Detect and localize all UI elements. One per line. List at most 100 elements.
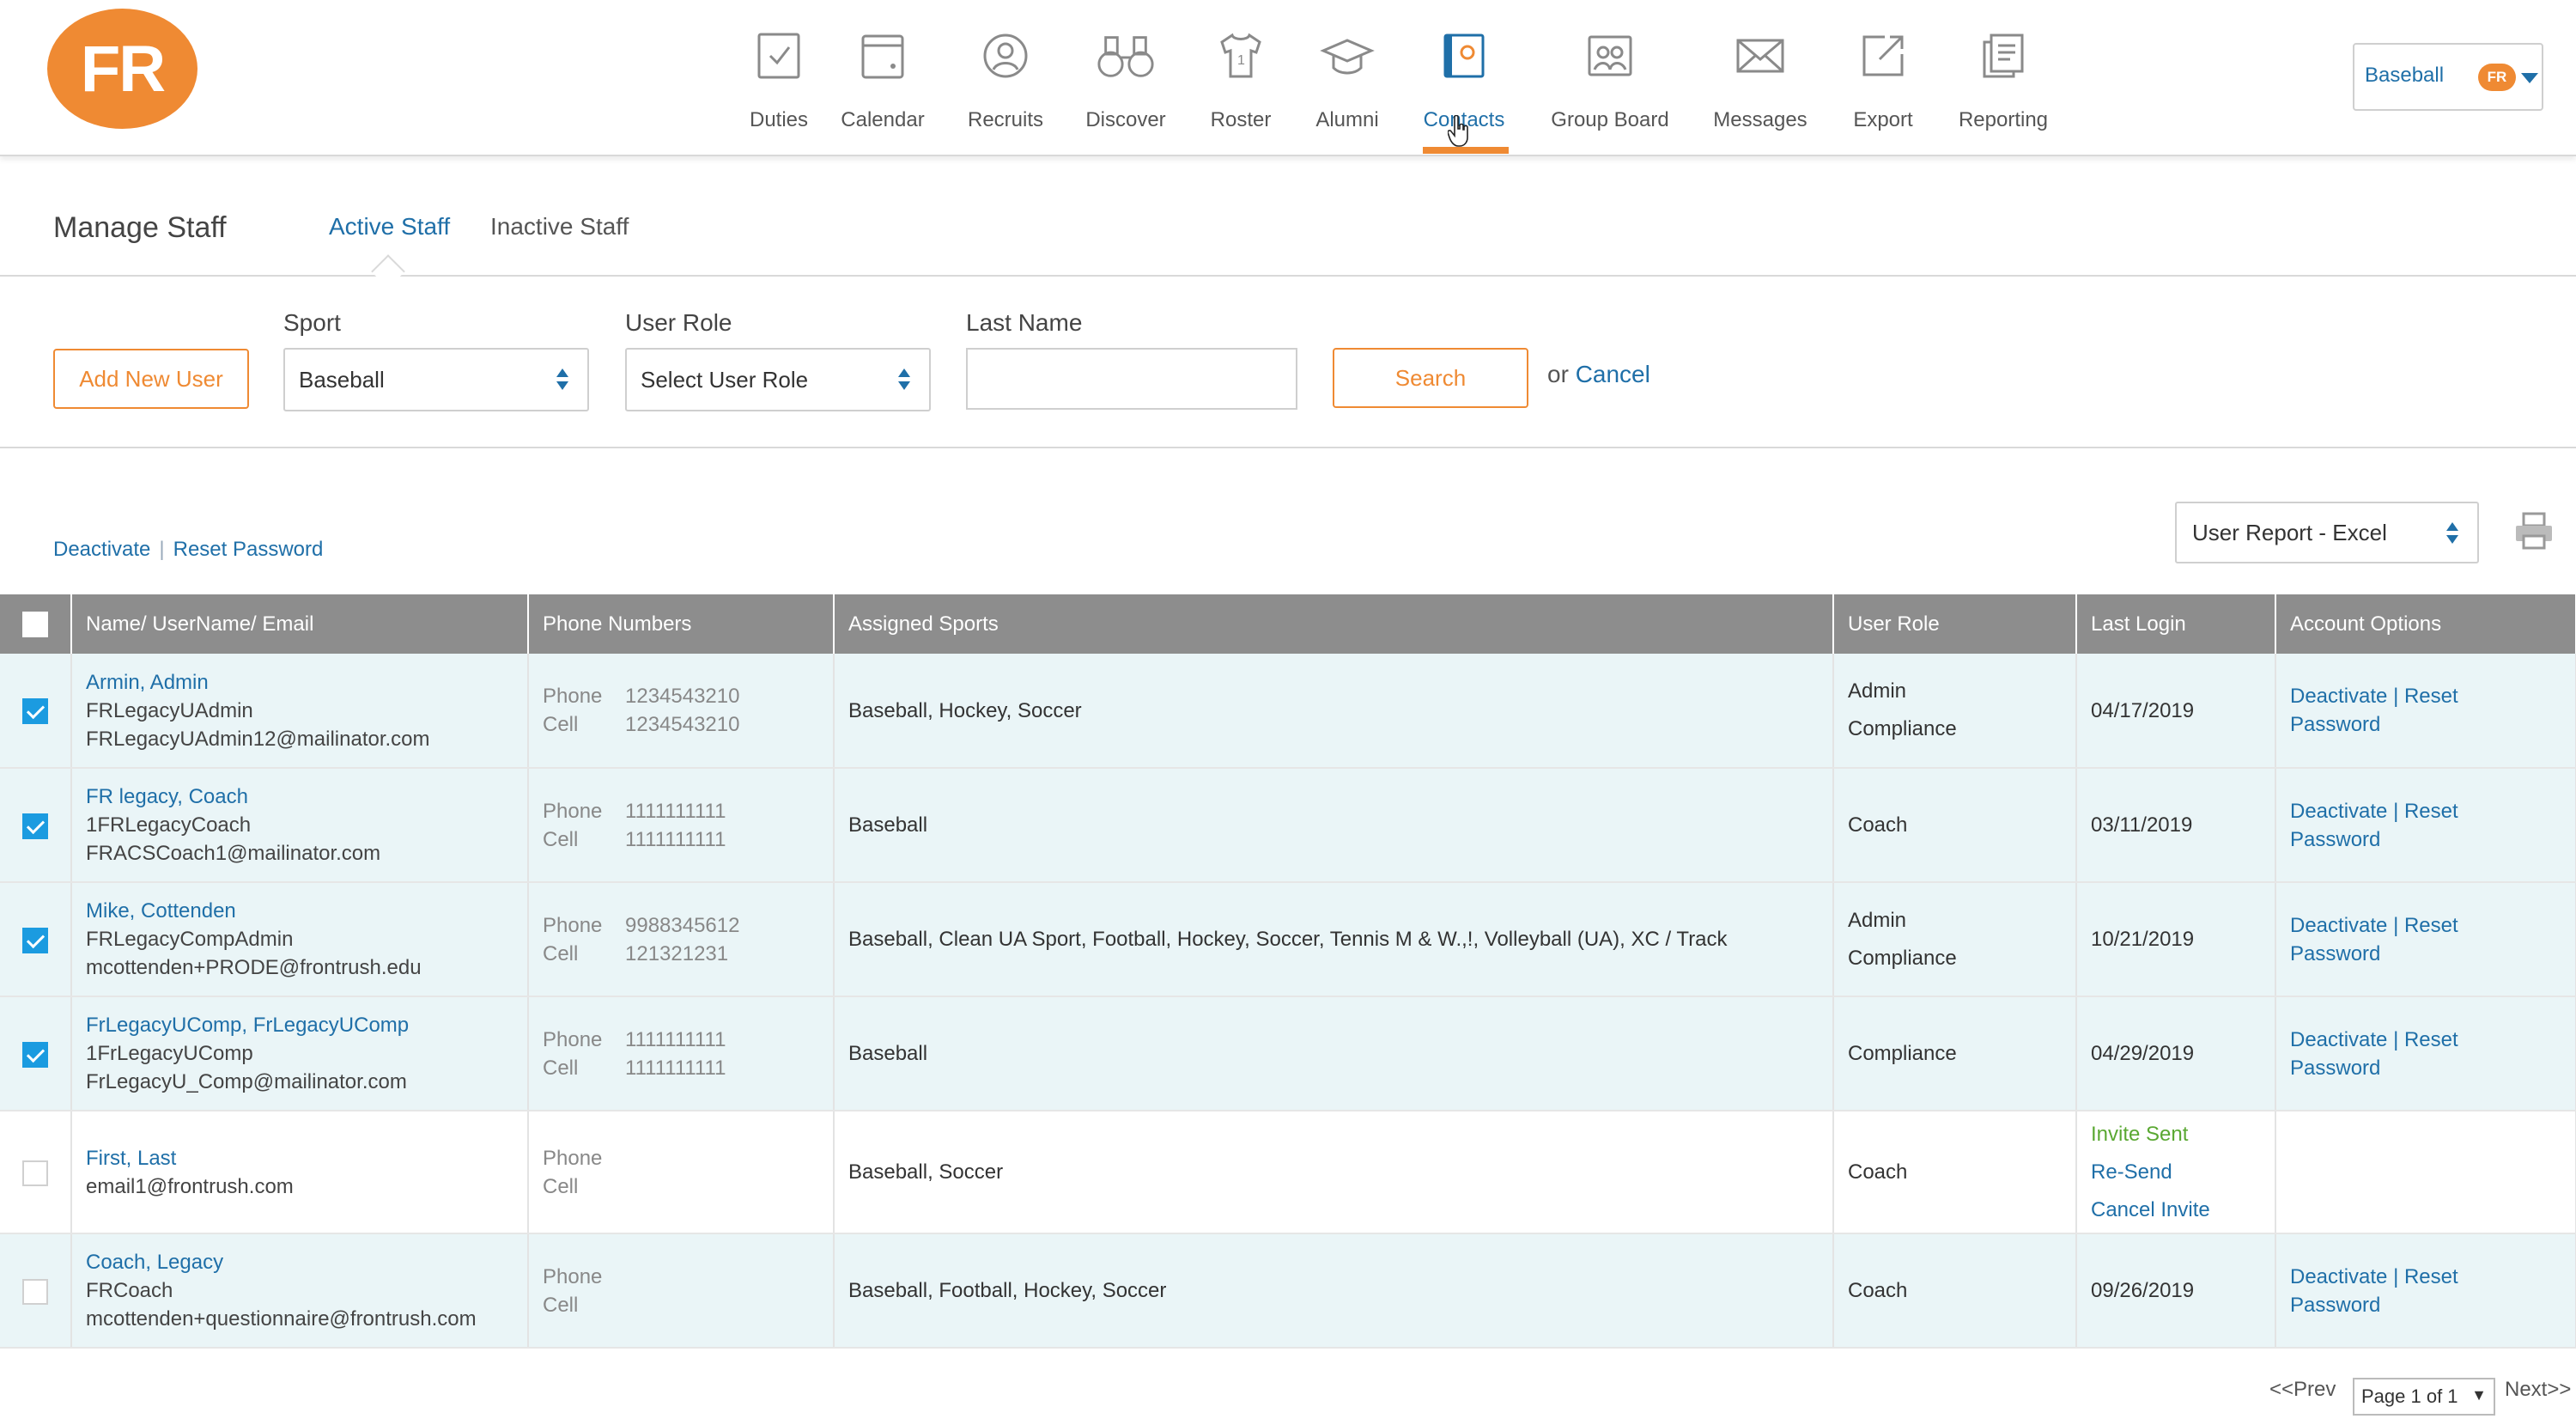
- user-name-link[interactable]: Armin, Admin: [86, 668, 513, 697]
- user-username: FRCoach: [86, 1279, 173, 1302]
- report-type-value: User Report - Excel: [2192, 520, 2387, 545]
- user-name-link[interactable]: Mike, Cottenden: [86, 897, 513, 925]
- search-button[interactable]: Search: [1333, 348, 1528, 408]
- filter-divider: [0, 447, 2576, 448]
- table-row: First, Last email1@frontrush.com Phone C…: [0, 1111, 2576, 1234]
- role-cell: Coach: [1833, 1233, 2077, 1349]
- page-title: Manage Staff: [53, 211, 227, 244]
- nav-discover[interactable]: Discover: [1083, 26, 1169, 155]
- user-name-link[interactable]: Coach, Legacy: [86, 1248, 513, 1276]
- nav-export[interactable]: Export: [1840, 26, 1926, 155]
- header-last-login[interactable]: Last Login: [2076, 594, 2276, 654]
- last-name-filter-label: Last Name: [966, 309, 1083, 336]
- frontrush-logo[interactable]: FR: [47, 9, 197, 129]
- reset-link[interactable]: Reset: [2404, 1265, 2458, 1288]
- cell-number: 1111111111: [625, 827, 726, 851]
- user-role-select[interactable]: Select User Role: [625, 348, 931, 411]
- deactivate-link[interactable]: Deactivate: [2290, 685, 2387, 708]
- sport-filter-select[interactable]: Baseball: [283, 348, 589, 411]
- sport-switcher[interactable]: Baseball FR: [2353, 43, 2543, 111]
- header-account-options[interactable]: Account Options: [2275, 594, 2576, 654]
- cancel-invite-link[interactable]: Cancel Invite: [2091, 1191, 2261, 1229]
- table-header-row: Name/ UserName/ Email Phone Numbers Assi…: [0, 594, 2576, 654]
- page-select-value: Page 1 of 1: [2361, 1385, 2458, 1407]
- header-sports[interactable]: Assigned Sports: [834, 594, 1834, 654]
- row-select-cell: [0, 1233, 72, 1349]
- user-name-link[interactable]: FR legacy, Coach: [86, 783, 513, 811]
- user-email: FRACSCoach1@mailinator.com: [86, 842, 381, 865]
- user-email: FrLegacyU_Comp@mailinator.com: [86, 1070, 407, 1093]
- password-link[interactable]: Password: [2290, 1291, 2561, 1319]
- deactivate-link[interactable]: Deactivate: [2290, 914, 2387, 937]
- role-line: Coach: [1848, 1160, 1908, 1184]
- nav-group-board-label: Group Board: [1551, 108, 1669, 131]
- cell-label: Cell: [543, 827, 579, 851]
- user-name-link[interactable]: FrLegacyUComp, FrLegacyUComp: [86, 1011, 513, 1039]
- deactivate-link[interactable]: Deactivate: [2290, 1265, 2387, 1288]
- deactivate-link[interactable]: Deactivate: [2290, 800, 2387, 823]
- options-separator: |: [2393, 1027, 2399, 1051]
- row-checkbox[interactable]: [22, 698, 48, 725]
- account-options-cell: Deactivate | Reset Password: [2275, 654, 2576, 769]
- add-new-user-button[interactable]: Add New User: [53, 349, 249, 409]
- prev-page-link[interactable]: <<Prev: [2269, 1378, 2336, 1402]
- reset-link[interactable]: Reset: [2404, 1028, 2458, 1051]
- header-role[interactable]: User Role: [1833, 594, 2077, 654]
- row-select-cell: [0, 882, 72, 997]
- tab-inactive-staff[interactable]: Inactive Staff: [490, 213, 629, 241]
- hand-cursor-icon: [1448, 115, 1468, 147]
- role-cell: Admin Compliance: [1833, 654, 2077, 769]
- export-icon: [1853, 26, 1913, 86]
- cancel-link[interactable]: Cancel: [1576, 361, 1650, 387]
- bulk-reset-password-link[interactable]: Reset Password: [173, 538, 324, 561]
- report-type-select[interactable]: User Report - Excel: [2175, 502, 2479, 563]
- row-checkbox[interactable]: [22, 927, 48, 953]
- nav-duties-label: Duties: [749, 108, 809, 131]
- nav-reporting[interactable]: Reporting: [1953, 26, 2053, 155]
- user-username: 1FRLegacyCoach: [86, 813, 252, 837]
- nav-roster[interactable]: 1 Roster: [1198, 26, 1284, 155]
- user-email: mcottenden+PRODE@frontrush.edu: [86, 956, 422, 979]
- row-checkbox[interactable]: [22, 813, 48, 839]
- bulk-deactivate-link[interactable]: Deactivate: [53, 538, 150, 561]
- nav-recruits[interactable]: Recruits: [963, 26, 1048, 155]
- deactivate-link[interactable]: Deactivate: [2290, 1028, 2387, 1051]
- resend-invite-link[interactable]: Re-Send: [2091, 1154, 2261, 1191]
- next-page-link[interactable]: Next>>: [2505, 1378, 2571, 1402]
- page-select[interactable]: Page 1 of 1 ▼: [2353, 1378, 2495, 1416]
- reset-link[interactable]: Reset: [2404, 685, 2458, 708]
- print-icon[interactable]: [2514, 512, 2554, 550]
- password-link[interactable]: Password: [2290, 1054, 2561, 1082]
- phone-cell: Phone 9988345612 Cell 121321231: [528, 882, 835, 997]
- select-all-checkbox[interactable]: [22, 611, 48, 637]
- reset-link[interactable]: Reset: [2404, 914, 2458, 937]
- password-link[interactable]: Password: [2290, 940, 2561, 968]
- invite-status-cell: Invite Sent Re-Send Cancel Invite: [2076, 1111, 2276, 1234]
- row-checkbox[interactable]: [22, 1160, 48, 1186]
- nav-alumni[interactable]: Alumni: [1304, 26, 1390, 155]
- tab-active-staff[interactable]: Active Staff: [329, 213, 450, 241]
- user-avatar-badge: FR: [2478, 64, 2516, 91]
- phone-label: Phone: [543, 1027, 603, 1051]
- phone-number: 1234543210: [625, 685, 740, 708]
- sport-filter-label: Sport: [283, 309, 341, 336]
- nav-calendar[interactable]: Calendar: [840, 26, 926, 155]
- last-name-input[interactable]: [966, 348, 1297, 410]
- row-checkbox[interactable]: [22, 1041, 48, 1068]
- phone-cell: Phone 1111111111 Cell 1111111111: [528, 996, 835, 1111]
- password-link[interactable]: Password: [2290, 710, 2561, 739]
- nav-messages[interactable]: Messages: [1713, 26, 1807, 155]
- sports-cell: Baseball, Football, Hockey, Soccer: [834, 1233, 1834, 1349]
- row-checkbox[interactable]: [22, 1278, 48, 1305]
- nav-group-board[interactable]: Group Board: [1541, 26, 1679, 155]
- password-link[interactable]: Password: [2290, 825, 2561, 854]
- select-arrows-icon: [556, 368, 568, 391]
- header-phone[interactable]: Phone Numbers: [528, 594, 835, 654]
- nav-duties[interactable]: Duties: [736, 26, 822, 155]
- reset-link[interactable]: Reset: [2404, 800, 2458, 823]
- name-cell: Coach, Legacy FRCoach mcottenden+questio…: [71, 1233, 529, 1349]
- role-line: Admin: [1848, 908, 1907, 932]
- header-name[interactable]: Name/ UserName/ Email: [71, 594, 529, 654]
- user-name-link[interactable]: First, Last: [86, 1144, 513, 1172]
- last-login-cell: 09/26/2019: [2076, 1233, 2276, 1349]
